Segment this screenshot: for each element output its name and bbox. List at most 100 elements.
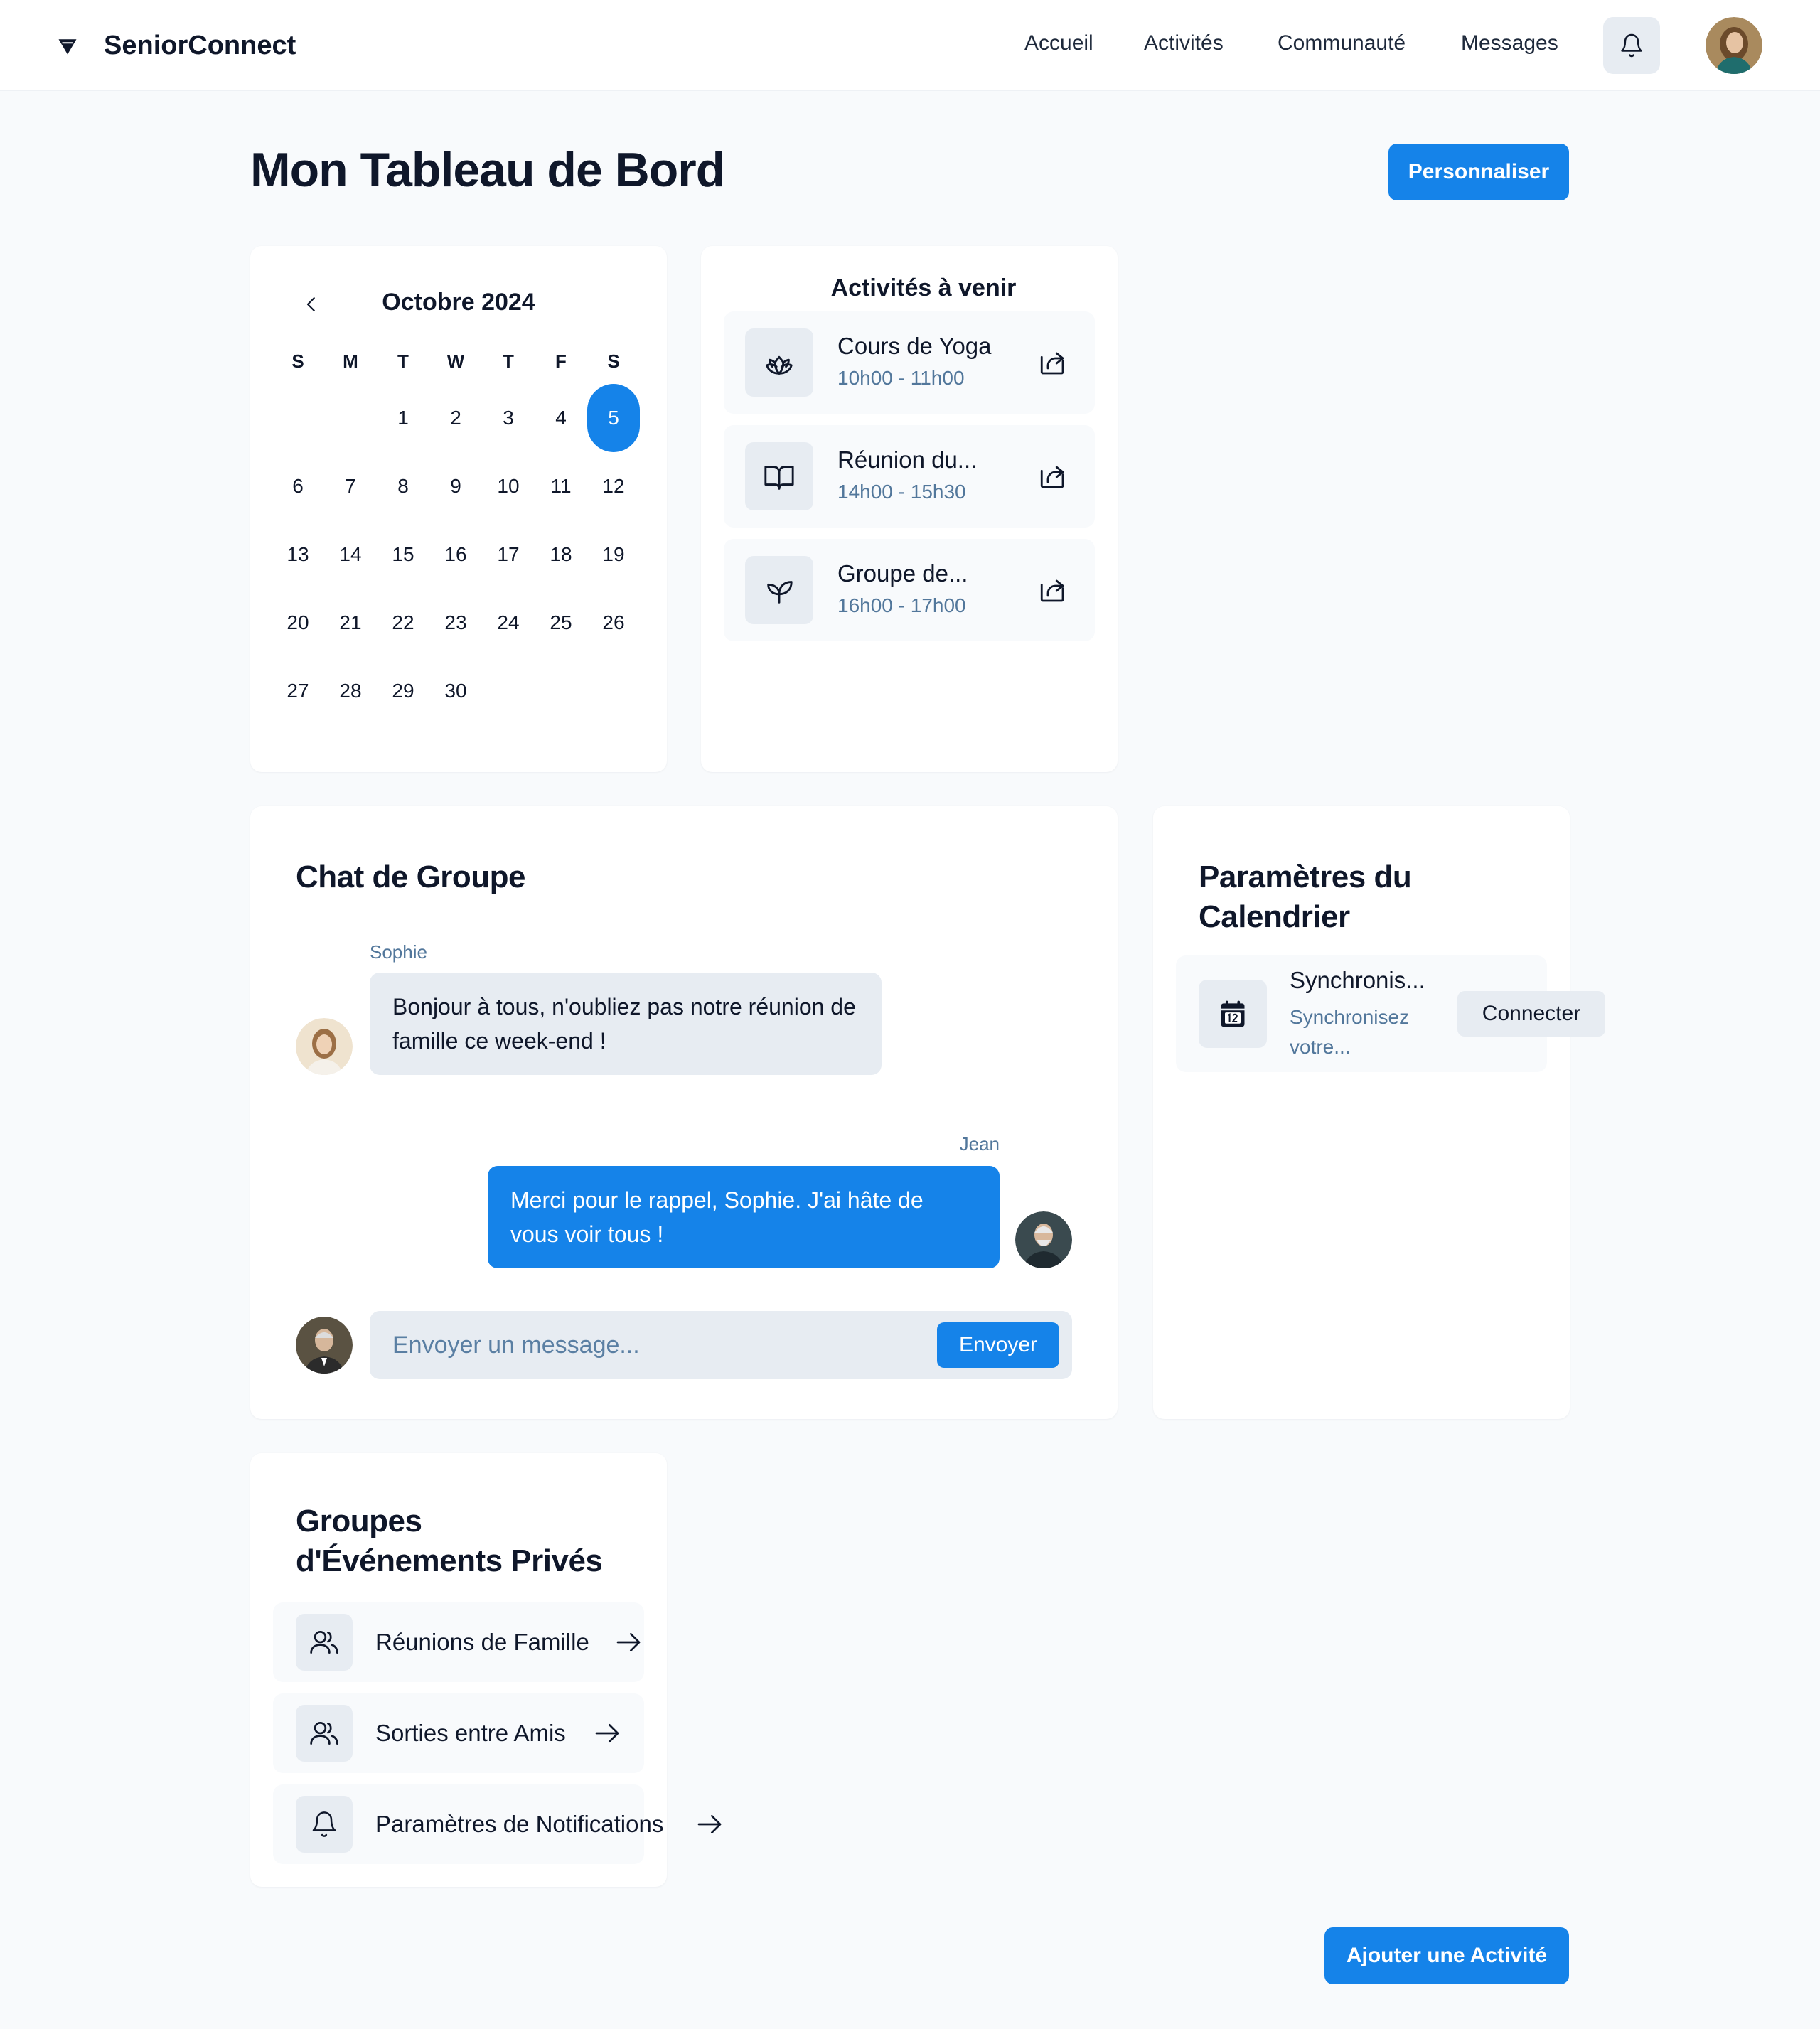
calendar-day[interactable]: 25 bbox=[535, 589, 587, 657]
user-avatar[interactable] bbox=[1706, 17, 1762, 74]
group-item-notifications[interactable]: Paramètres de Notifications bbox=[273, 1784, 722, 1864]
calendar-day[interactable]: 13 bbox=[272, 520, 324, 589]
calendar-day[interactable]: 16 bbox=[429, 520, 482, 589]
calendar-day-number: 2 bbox=[450, 407, 461, 429]
message-input[interactable] bbox=[392, 1311, 919, 1379]
add-activity-button[interactable]: Ajouter une Activité bbox=[1324, 1927, 1569, 1984]
notifications-button[interactable] bbox=[1603, 17, 1660, 74]
activities-title: Activités à venir bbox=[830, 274, 1017, 301]
calendar-sync-item: Synchronis... Synchronisez votre... Conn… bbox=[1176, 955, 1605, 1072]
calendar-day[interactable]: 29 bbox=[377, 657, 429, 725]
leaf-icon bbox=[767, 581, 793, 604]
brand[interactable]: SeniorConnect bbox=[57, 26, 296, 65]
sync-name: Synchronis... bbox=[1290, 967, 1425, 993]
nav-link-accueil[interactable]: Accueil bbox=[1024, 31, 1093, 55]
calendar-day-number: 4 bbox=[555, 407, 567, 429]
calendar-day-number: 9 bbox=[450, 475, 461, 497]
send-button[interactable]: Envoyer bbox=[937, 1322, 1059, 1368]
calendar-day[interactable]: 3 bbox=[482, 384, 535, 452]
share-icon[interactable] bbox=[1038, 576, 1068, 606]
group-item-family[interactable]: Réunions de Famille bbox=[273, 1602, 644, 1682]
calendar-day[interactable]: 18 bbox=[535, 520, 587, 589]
activity-item[interactable]: Cours de Yoga 10h00 - 11h00 bbox=[724, 311, 1095, 414]
calendar-blank-cell bbox=[272, 384, 324, 452]
weekday-label: S bbox=[607, 350, 620, 372]
share-icon[interactable] bbox=[1038, 348, 1068, 378]
calendar-day[interactable]: 14 bbox=[324, 520, 377, 589]
bell-icon bbox=[1621, 33, 1642, 58]
calendar-day[interactable]: 17 bbox=[482, 520, 535, 589]
groups-title: Groupes d'Événements Privés bbox=[296, 1504, 603, 1578]
calendar-card: Octobre 2024 S M T W T F S 1 2 3 4 5 6 7 8 9 10 11… bbox=[250, 246, 667, 772]
group-icon-tile bbox=[296, 1796, 353, 1853]
calendar-day-number: 30 bbox=[444, 680, 467, 702]
calendar-day[interactable]: 6 bbox=[272, 452, 324, 520]
calendar-day-number: 17 bbox=[497, 543, 520, 565]
avatar bbox=[296, 1317, 353, 1374]
weekday-label: S bbox=[291, 350, 304, 372]
calendar-day[interactable]: 20 bbox=[272, 589, 324, 657]
message-composer: Envoyer bbox=[370, 1311, 1072, 1379]
calendar-day-number: 15 bbox=[392, 543, 414, 565]
nav-link-communaute[interactable]: Communauté bbox=[1278, 31, 1406, 55]
group-icon-tile bbox=[296, 1614, 353, 1671]
activity-name: Cours de Yoga bbox=[837, 333, 992, 359]
chat-title: Chat de Groupe bbox=[296, 860, 526, 894]
group-label: Paramètres de Notifications bbox=[375, 1811, 664, 1837]
group-item-friends[interactable]: Sorties entre Amis bbox=[273, 1693, 644, 1773]
calendar-day[interactable]: 9 bbox=[429, 452, 482, 520]
calendar-day[interactable]: 10 bbox=[482, 452, 535, 520]
customize-button[interactable]: Personnaliser bbox=[1388, 144, 1569, 200]
calendar-day-number: 20 bbox=[287, 611, 309, 633]
activity-item[interactable]: Réunion du... 14h00 - 15h30 bbox=[724, 425, 1095, 528]
group-chat-card: Chat de Groupe Sophie Bonjour à tous, n'… bbox=[250, 806, 1118, 1419]
calendar-day[interactable]: 15 bbox=[377, 520, 429, 589]
nav-link-messages[interactable]: Messages bbox=[1461, 31, 1558, 55]
message-bubble-outgoing: Merci pour le rappel, Sophie. J'ai hâte … bbox=[488, 1166, 1000, 1268]
logo-icon bbox=[58, 39, 77, 55]
activity-time: 14h00 - 15h30 bbox=[837, 481, 966, 503]
upcoming-activities-card: Activités à venir Cours de Yoga 10h00 - … bbox=[701, 246, 1118, 772]
avatar bbox=[296, 1018, 353, 1075]
nav-link-activites[interactable]: Activités bbox=[1144, 31, 1224, 55]
calendar-day[interactable]: 26 bbox=[587, 589, 640, 657]
calendar-day[interactable]: 21 bbox=[324, 589, 377, 657]
calendar-day[interactable]: 24 bbox=[482, 589, 535, 657]
settings-title: Paramètres du Calendrier bbox=[1199, 860, 1412, 934]
calendar-day[interactable]: 4 bbox=[535, 384, 587, 452]
calendar-day-number: 14 bbox=[339, 543, 362, 565]
calendar-day-number: 28 bbox=[339, 680, 362, 702]
top-navbar: SeniorConnect Accueil Activités Communau… bbox=[0, 0, 1820, 91]
calendar-day[interactable]: 23 bbox=[429, 589, 482, 657]
calendar-day[interactable]: 27 bbox=[272, 657, 324, 725]
calendar-day[interactable]: 2 bbox=[429, 384, 482, 452]
calendar-day-selected[interactable]: 5 bbox=[587, 384, 640, 452]
calendar-day[interactable]: 28 bbox=[324, 657, 377, 725]
calendar-day[interactable]: 30 bbox=[429, 657, 482, 725]
calendar-day[interactable]: 12 bbox=[587, 452, 640, 520]
calendar-day[interactable]: 22 bbox=[377, 589, 429, 657]
avatar-woman-portrait bbox=[1706, 17, 1762, 74]
page-title: Mon Tableau de Bord bbox=[250, 143, 725, 197]
activity-time: 16h00 - 17h00 bbox=[837, 594, 966, 616]
message-sender: Jean bbox=[959, 1133, 1000, 1155]
weekday-label: T bbox=[397, 350, 409, 372]
connect-button[interactable]: Connecter bbox=[1457, 991, 1605, 1037]
calendar-day[interactable]: 7 bbox=[324, 452, 377, 520]
calendar-grid: S M T W T F S 1 2 3 4 5 6 7 8 9 10 11 12 13 14 15 16 17 1… bbox=[272, 338, 640, 725]
avatar-sophie-portrait bbox=[296, 1018, 353, 1075]
share-icon[interactable] bbox=[1038, 462, 1068, 492]
calendar-day[interactable]: 8 bbox=[377, 452, 429, 520]
calendar-day[interactable]: 19 bbox=[587, 520, 640, 589]
calendar-day-number: 6 bbox=[292, 475, 304, 497]
private-groups-card: Groupes d'Événements Privés Réunions de … bbox=[250, 1453, 722, 1887]
activity-item[interactable]: Groupe de... 16h00 - 17h00 bbox=[724, 539, 1095, 641]
book-icon bbox=[764, 466, 794, 490]
arrow-right-icon bbox=[616, 1633, 641, 1651]
calendar-day-number: 18 bbox=[550, 543, 572, 565]
activity-name: Réunion du... bbox=[837, 446, 978, 473]
calendar-day[interactable]: 11 bbox=[535, 452, 587, 520]
calendar-day[interactable]: 1 bbox=[377, 384, 429, 452]
message-sender: Sophie bbox=[370, 941, 427, 963]
activity-name: Groupe de... bbox=[837, 560, 968, 587]
